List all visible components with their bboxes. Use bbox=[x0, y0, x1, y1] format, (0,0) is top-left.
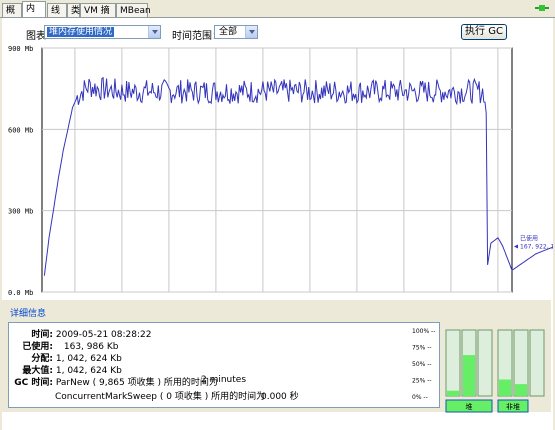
memory-pool-gauges: 100% -- 75% -- 50% -- 25% -- 0% -- 堆 非堆 bbox=[412, 328, 545, 413]
chart-select-value: 堆内存使用情况 bbox=[47, 27, 115, 37]
y-tick-label: 300 Mb bbox=[8, 208, 33, 216]
tab-vm-summary[interactable]: VM 摘要 bbox=[80, 3, 116, 30]
heap-bar-fill bbox=[463, 355, 475, 396]
gauge-tick-label: 75% -- bbox=[412, 345, 432, 352]
tab-mbean[interactable]: MBean bbox=[116, 3, 151, 17]
nonheap-bar-frame bbox=[529, 329, 545, 397]
tab-bar: 概述 内存 线程 类 VM 摘要 MBean bbox=[0, 0, 555, 30]
series-name-label: 已使用 bbox=[520, 234, 538, 242]
heap-memory-chart: 900 Mb600 Mb300 Mb0.0 Mb23:0000:0001:000… bbox=[8, 45, 553, 318]
time-range-select[interactable]: 全部 bbox=[214, 25, 258, 39]
details-box: 时间: 2009-05-21 08:28:22 已使用: 163, 986 Kb… bbox=[8, 322, 440, 408]
time-range-value: 全部 bbox=[219, 27, 238, 37]
gc-parnew-value: 2 minutes bbox=[201, 375, 247, 385]
heap-bar-fill bbox=[447, 390, 459, 396]
heap-bar-frame bbox=[477, 329, 493, 397]
tab-overview[interactable]: 概述 bbox=[2, 3, 22, 30]
plot-area bbox=[41, 47, 513, 293]
y-tick-label: 900 Mb bbox=[8, 45, 33, 53]
nonheap-button-label: 非堆 bbox=[506, 402, 520, 411]
series-end-marker bbox=[514, 244, 518, 249]
gauge-tick-label: 50% -- bbox=[412, 361, 432, 368]
tab-classes[interactable]: 类 bbox=[67, 3, 80, 17]
gc-cms-value: 0.000 秒 bbox=[261, 392, 299, 402]
tab-threads[interactable]: 线程 bbox=[47, 3, 67, 30]
tab-classes-label: 类 bbox=[71, 6, 81, 16]
y-tick-label: 0.0 Mb bbox=[8, 289, 33, 297]
heap-button-label: 堆 bbox=[466, 402, 473, 411]
gauge-tick-label: 100% -- bbox=[412, 328, 435, 335]
chart-select[interactable]: 堆内存使用情况 bbox=[44, 25, 161, 39]
perform-gc-button[interactable]: 执行 GC bbox=[461, 24, 507, 40]
tab-mbean-label: MBean bbox=[120, 6, 151, 16]
gauge-tick-label: 0% -- bbox=[412, 394, 428, 401]
series-value-label: 167, 922, 152 bbox=[520, 243, 553, 250]
gc-parnew-text: ParNew ( 9,865 项收集 ) 所用的时间为 bbox=[55, 378, 218, 388]
heap-bar-frame bbox=[445, 329, 461, 397]
nonheap-bar-fill bbox=[499, 379, 511, 396]
gauge-tick-label: 25% -- bbox=[412, 378, 432, 385]
details-title: 详细信息 bbox=[10, 309, 47, 319]
connection-status-icon bbox=[535, 5, 549, 11]
chevron-down-icon[interactable] bbox=[148, 26, 160, 38]
gc-cms-text: ConcurrentMarkSweep ( 0 项收集 ) 所用的时间为 bbox=[55, 392, 266, 402]
gc-time-label: GC 时间: bbox=[14, 378, 53, 388]
chevron-down-icon[interactable] bbox=[245, 26, 257, 38]
nonheap-bar-fill bbox=[515, 384, 527, 396]
y-tick-label: 600 Mb bbox=[8, 126, 33, 134]
tab-memory[interactable]: 内存 bbox=[22, 1, 46, 28]
